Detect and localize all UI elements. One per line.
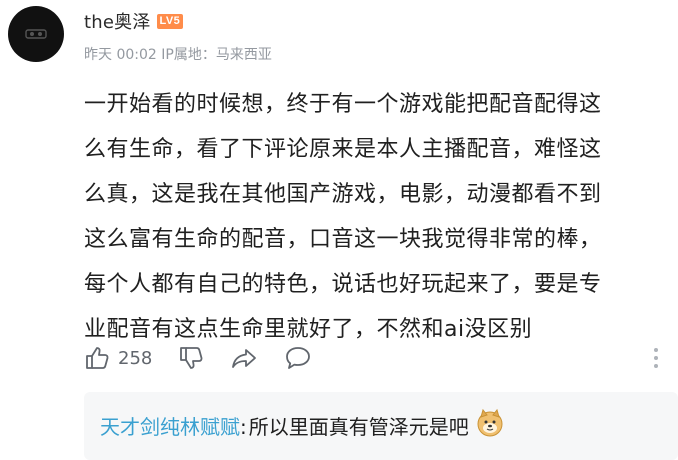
avatar[interactable] (8, 6, 64, 62)
reply-separator: : (240, 414, 247, 439)
reply-button[interactable] (284, 345, 312, 371)
comment-header: the奥泽 LV5 (84, 8, 184, 34)
comment-text: 一开始看的时候想，终于有一个游戏能把配音配得这 么有生命，看了下评论原来是本人主… (84, 92, 602, 342)
reply-text: 所以里面真有管泽元是吧 (248, 414, 469, 439)
doge-emoji-icon (475, 408, 505, 445)
comment-meta: 昨天 00:02 IP属地：马来西亚 (84, 47, 272, 63)
thumbs-up-icon (86, 347, 109, 369)
more-options-button[interactable] (652, 346, 660, 370)
share-icon (232, 349, 257, 368)
comment-icon (286, 347, 311, 369)
vertical-dots-icon (654, 348, 658, 368)
username[interactable]: the奥泽 (84, 8, 151, 34)
share-button[interactable] (230, 345, 258, 371)
like-button[interactable]: 258 (84, 345, 152, 371)
avatar-logo-icon (25, 29, 47, 39)
reply-preview[interactable]: 天才剑纯林赋赋 : 所以里面真有管泽元是吧 (84, 392, 678, 460)
reply-item: 天才剑纯林赋赋 : 所以里面真有管泽元是吧 (100, 408, 505, 445)
comment-actions: 258 (84, 342, 668, 374)
like-count: 258 (118, 347, 153, 369)
thumbs-down-icon (180, 347, 203, 369)
reply-username[interactable]: 天才剑纯林赋赋 (100, 413, 240, 441)
level-badge: LV5 (156, 13, 184, 29)
dislike-button[interactable] (178, 345, 204, 371)
